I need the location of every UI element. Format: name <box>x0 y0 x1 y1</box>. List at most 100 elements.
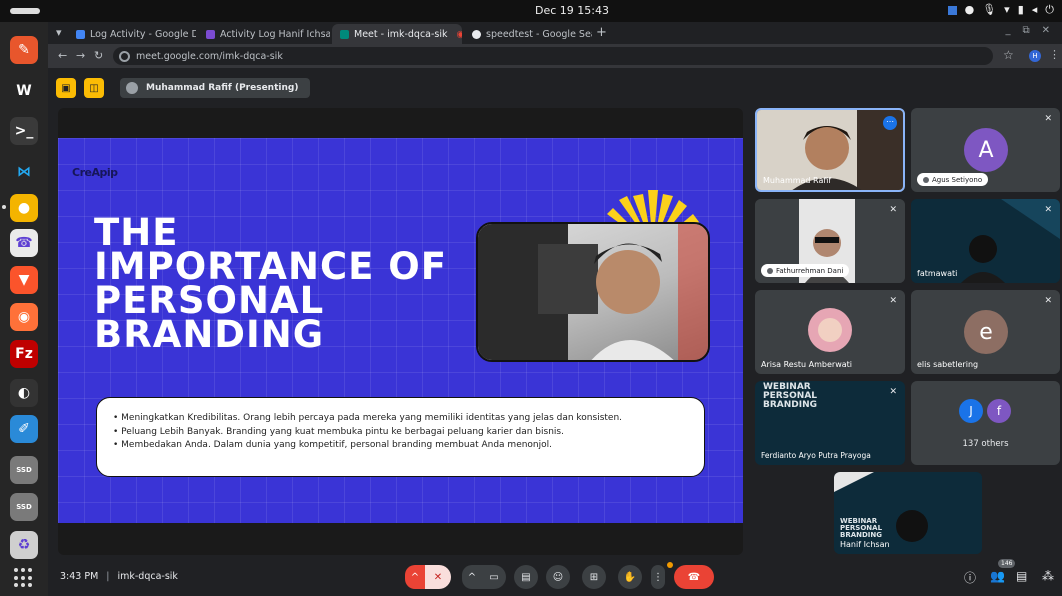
leave-call-button[interactable]: ☎ <box>674 565 714 589</box>
url-text[interactable]: meet.google.com/imk-dqca-sik <box>136 51 283 62</box>
browser-menu-icon[interactable]: ⋮ <box>1049 48 1060 61</box>
forward-icon[interactable]: → <box>76 49 85 62</box>
audio-options-button[interactable]: ^ <box>405 565 425 589</box>
tab-meet[interactable]: Meet - imk-dqca-sik ◉ ✕ <box>332 24 462 44</box>
system-clock[interactable]: Dec 19 15:43 <box>535 4 609 17</box>
person-icon <box>767 267 773 274</box>
participant-name: Fathurrehman Dani <box>761 264 850 277</box>
self-view-tile[interactable]: WEBINAR PERSONAL BRANDING Hanif Ichsan <box>834 472 982 554</box>
activities-icon[interactable]: ⁂ <box>1042 569 1054 583</box>
restore-icon[interactable]: ⧉ <box>1022 25 1029 36</box>
dock-firefox-icon[interactable]: ◉ <box>10 303 38 331</box>
person-icon <box>923 176 929 183</box>
present-window-icon[interactable]: ▣ <box>56 78 76 98</box>
address-bar[interactable]: meet.google.com/imk-dqca-sik <box>113 47 993 65</box>
presentation-stage[interactable]: CreApip THE IMPORTANCE OF PERSONAL BRAND… <box>58 108 743 555</box>
mic-indicator-icon[interactable]: 🎙 <box>982 3 996 17</box>
muted-mic-icon: ✕ <box>889 205 897 215</box>
reactions-button[interactable]: ☺ <box>546 565 570 589</box>
bullet-item: • Peluang Lebih Banyak. Branding yang ku… <box>113 426 564 437</box>
tab-search-icon[interactable]: ▾ <box>56 26 62 39</box>
mic-toggle-button[interactable]: ✕ <box>425 565 451 589</box>
webinar-text: WEBINAR PERSONAL BRANDING <box>840 517 883 539</box>
hang-up-icon: ☎ <box>687 571 701 583</box>
hand-icon: ✋ <box>623 571 637 583</box>
video-options-button[interactable]: ^ <box>462 565 482 589</box>
dock-terminal-icon[interactable]: >_ <box>10 117 38 145</box>
volume-icon[interactable]: ◂ <box>1032 3 1038 17</box>
more-options-icon[interactable]: ⋯ <box>883 116 897 130</box>
dock-ssd-2-icon[interactable]: SSD <box>10 493 38 521</box>
dock-chrome-icon[interactable]: ● <box>2 194 38 222</box>
participant-tile-fatmawati[interactable]: ✕ fatmawati <box>911 199 1060 283</box>
app-indicator-icon[interactable] <box>947 6 957 15</box>
system-top-bar: Dec 19 15:43 ● 🎙 ▾ ▮ ◂ ⏻ <box>0 0 1062 22</box>
participant-tile-arisa[interactable]: ✕ Arisa Restu Amberwati <box>755 290 905 374</box>
meet-favicon-icon <box>340 29 349 39</box>
chat-icon[interactable]: ▤ <box>1016 569 1027 583</box>
present-button[interactable]: ⊞ <box>582 565 606 589</box>
window-close-icon[interactable]: ✕ <box>1042 25 1050 36</box>
captions-button[interactable]: ▤ <box>514 565 538 589</box>
participant-tile-elis[interactable]: ✕ e elis sabetlering <box>911 290 1060 374</box>
battery-icon[interactable]: ▮ <box>1018 3 1024 17</box>
dock-viber-icon[interactable]: ☎ <box>10 229 38 257</box>
power-icon[interactable]: ⏻ <box>1045 3 1054 17</box>
tab-log-activity[interactable]: Log Activity - Google Do ✕ <box>68 24 196 44</box>
grid-dot <box>28 568 32 572</box>
minimize-icon[interactable]: _ <box>1005 25 1010 36</box>
participant-tile-ferdianto[interactable]: WEBINAR PERSONAL BRANDING ✕ Ferdianto Ar… <box>755 381 905 465</box>
wifi-icon[interactable]: ▾ <box>1004 3 1010 17</box>
reload-icon[interactable]: ↻ <box>94 49 103 62</box>
participant-tile-rafif[interactable]: ⋯ Muhammad Rafif <box>755 108 905 192</box>
grid-dot <box>28 583 32 588</box>
chrome-indicator-icon[interactable]: ● <box>965 3 975 17</box>
present-icon: ⊞ <box>589 571 599 583</box>
raise-hand-button[interactable]: ✋ <box>618 565 642 589</box>
presenter-chip[interactable]: Muhammad Rafif (Presenting) <box>120 78 311 98</box>
dock-filezilla-icon[interactable]: Fz <box>10 340 38 368</box>
dock-wps-icon[interactable]: W <box>10 77 38 105</box>
back-icon[interactable]: ← <box>58 49 67 62</box>
tab-title: speedtest - Google Search <box>486 28 592 40</box>
avatar: A <box>964 128 1008 172</box>
site-info-icon[interactable] <box>119 50 130 62</box>
participant-tile-fathur[interactable]: ✕ Fathurrehman Dani <box>755 199 905 283</box>
tab-title: Log Activity - Google Do <box>90 28 196 40</box>
dock-ssd-1-icon[interactable]: SSD <box>10 456 38 484</box>
participant-name-text: Agus Setiyono <box>932 175 983 184</box>
system-tray[interactable]: ● 🎙 ▾ ▮ ◂ ⏻ <box>947 3 1054 17</box>
dock-vscode-icon[interactable]: ⋈ <box>10 158 38 186</box>
meeting-details-icon[interactable]: ⓘ <box>964 569 976 586</box>
pin-layout-icon[interactable]: ◫ <box>84 78 104 98</box>
kebab-icon: ⋮ <box>653 571 663 583</box>
new-tab-button[interactable]: + <box>596 25 607 40</box>
tab-activity-log[interactable]: Activity Log Hanif Ichsan ✕ <box>198 24 330 44</box>
emoji-icon: ☺ <box>552 571 564 583</box>
grid-dot <box>21 568 25 572</box>
bullet-item: • Membedakan Anda. Dalam dunia yang komp… <box>113 440 553 450</box>
participant-name: fatmawati <box>917 269 958 278</box>
bookmark-star-icon[interactable]: ☆ <box>1003 48 1014 62</box>
tab-speedtest[interactable]: speedtest - Google Search ✕ <box>464 24 592 44</box>
show-apps-icon[interactable] <box>14 568 34 588</box>
dock-pencil-icon[interactable]: ✎ <box>10 36 38 64</box>
people-icon[interactable]: 👥 <box>990 569 1005 583</box>
dock-trash-icon[interactable]: ♻ <box>10 531 38 559</box>
tab-title: Activity Log Hanif Ichsan <box>220 28 330 40</box>
activities-button[interactable] <box>10 8 40 14</box>
meeting-info: 3:43 PM | imk-dqca-sik <box>60 571 178 582</box>
muted-mic-icon: ✕ <box>889 296 897 306</box>
more-options-button[interactable]: ⋮ <box>651 565 665 589</box>
participant-name: elis sabetlering <box>917 360 979 369</box>
camera-toggle-button[interactable]: ▭ <box>482 565 506 589</box>
dock-brave-icon[interactable]: ▼ <box>10 266 38 294</box>
participant-tile-agus[interactable]: ✕ A Agus Setiyono <box>911 108 1060 192</box>
camera-icon: ▭ <box>489 571 499 583</box>
participant-name: Arisa Restu Amberwati <box>761 360 852 369</box>
profile-avatar[interactable]: H <box>1029 50 1041 62</box>
others-tile[interactable]: J f 137 others <box>911 381 1060 465</box>
grid-dot <box>21 575 25 580</box>
dock-text-editor-icon[interactable]: ✐ <box>10 415 38 443</box>
dock-obs-icon[interactable]: ◐ <box>10 379 38 407</box>
